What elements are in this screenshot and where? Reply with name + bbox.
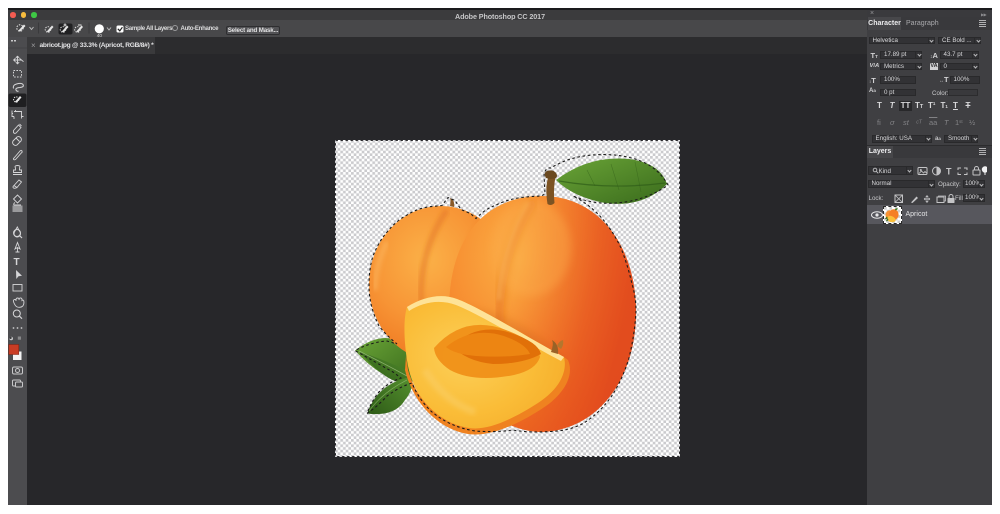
svg-text:T: T <box>946 167 952 177</box>
svg-text:T: T <box>14 257 20 268</box>
